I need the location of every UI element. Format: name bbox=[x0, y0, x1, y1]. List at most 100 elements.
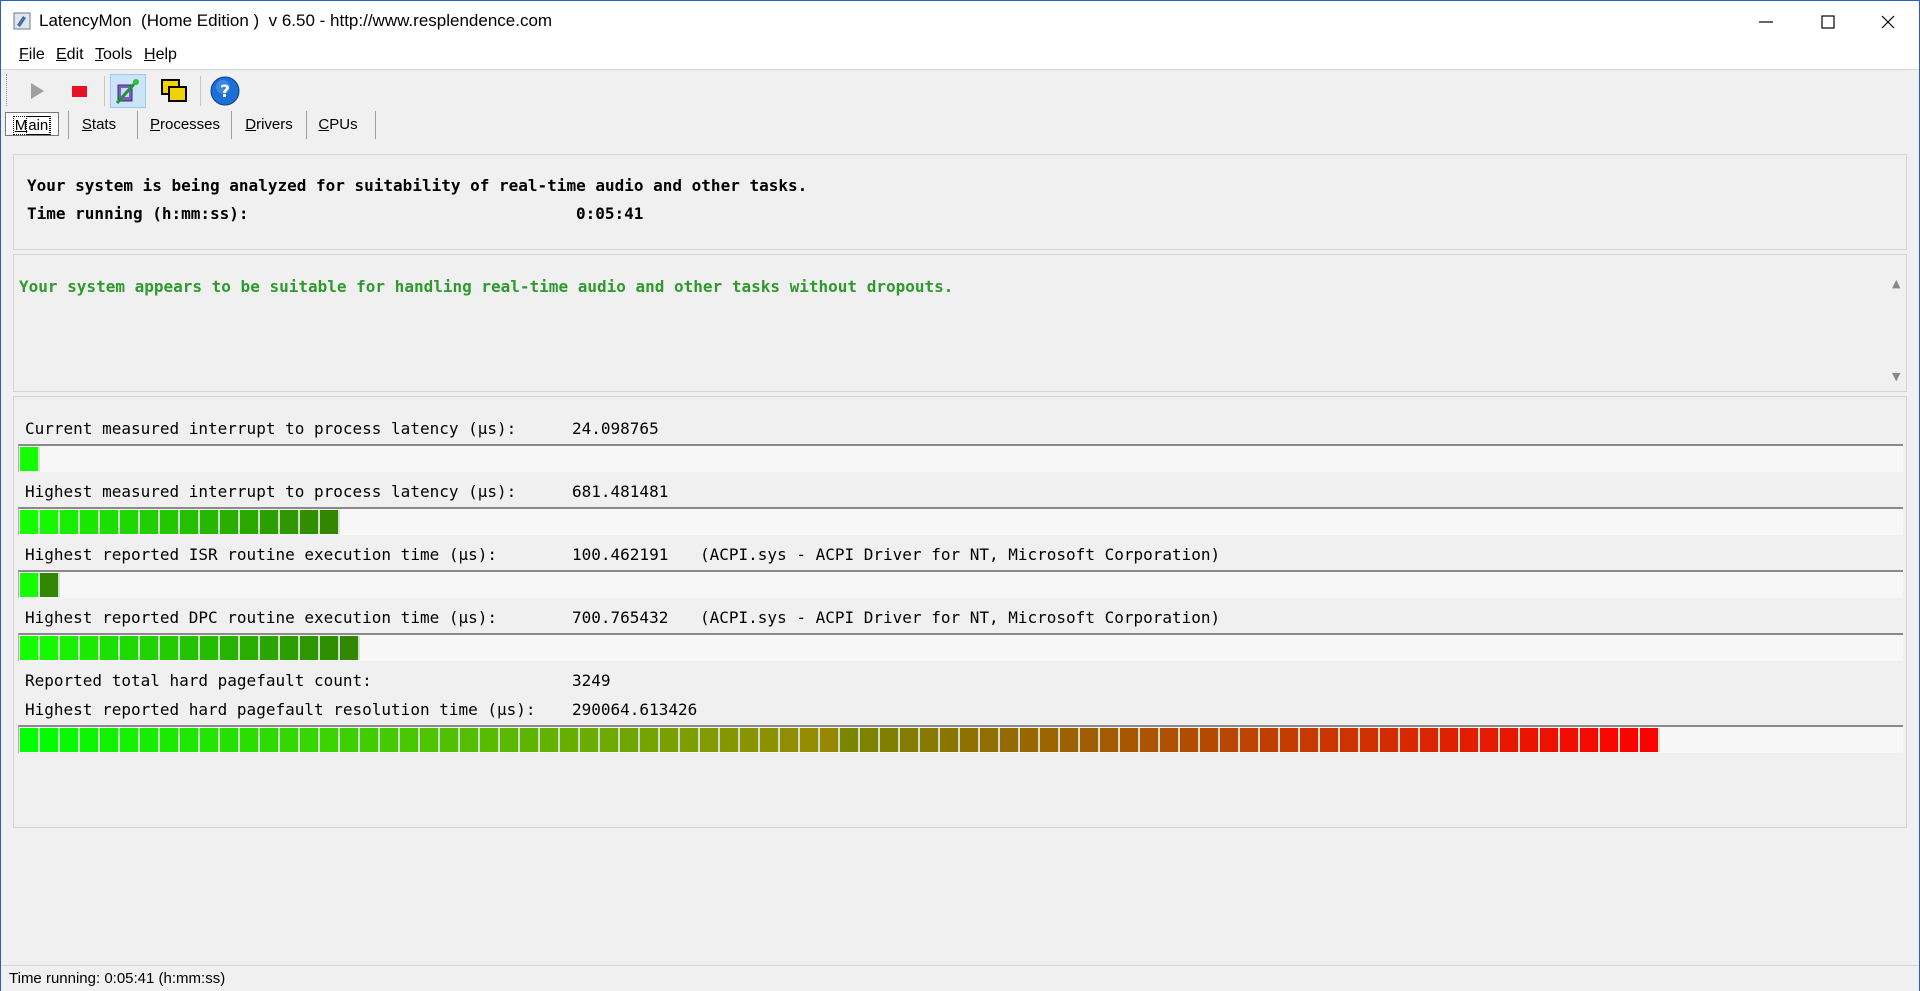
toolbar-grip[interactable] bbox=[6, 74, 10, 106]
bar-segment bbox=[1640, 728, 1660, 752]
stats-panel: Current measured interrupt to process la… bbox=[13, 396, 1907, 828]
bar-segment bbox=[960, 728, 980, 752]
bar-segment bbox=[420, 728, 440, 752]
bar-fill bbox=[20, 728, 1660, 752]
status-bar: Time running: 0:05:41 (h:mm:ss) bbox=[1, 965, 1919, 991]
bar-segment bbox=[160, 728, 180, 752]
bar-segment bbox=[160, 510, 180, 534]
bar-segment bbox=[60, 510, 80, 534]
help-button[interactable]: ? bbox=[207, 74, 243, 108]
scroll-up-icon[interactable]: ▲ bbox=[1892, 277, 1900, 290]
stat-value: 700.765432 bbox=[572, 608, 669, 627]
bar-segment bbox=[260, 510, 280, 534]
bar-segment bbox=[1260, 728, 1280, 752]
app-window: LatencyMon (Home Edition ) v 6.50 - http… bbox=[0, 0, 1920, 991]
minimize-button[interactable] bbox=[1735, 1, 1797, 43]
bar-segment bbox=[160, 636, 180, 660]
bar-segment bbox=[40, 510, 60, 534]
stat-driver-info: (ACPI.sys - ACPI Driver for NT, Microsof… bbox=[700, 545, 1221, 564]
bar-segment bbox=[1060, 728, 1080, 752]
bar-segment bbox=[240, 510, 260, 534]
scroll-down-icon[interactable]: ▼ bbox=[1892, 370, 1900, 383]
bar-segment bbox=[340, 636, 360, 660]
menu-file[interactable]: File bbox=[19, 46, 45, 64]
bar-segment bbox=[980, 728, 1000, 752]
analysis-panel: Your system is being analyzed for suitab… bbox=[13, 154, 1907, 250]
menu-tools[interactable]: Tools bbox=[95, 46, 132, 64]
bar-segment bbox=[1460, 728, 1480, 752]
title-bar[interactable]: LatencyMon (Home Edition ) v 6.50 - http… bbox=[1, 1, 1919, 43]
bar-segment bbox=[20, 573, 40, 597]
bar-segment bbox=[780, 728, 800, 752]
stat-label: Current measured interrupt to process la… bbox=[25, 419, 517, 438]
bar-segment bbox=[380, 728, 400, 752]
bar-segment bbox=[320, 728, 340, 752]
tab-drivers-accel: D bbox=[245, 116, 257, 133]
bar-segment bbox=[60, 728, 80, 752]
maximize-icon bbox=[1821, 15, 1835, 29]
analyze-button[interactable] bbox=[110, 74, 146, 108]
bar-segment bbox=[480, 728, 500, 752]
bar-segment bbox=[860, 728, 880, 752]
svg-text:?: ? bbox=[220, 82, 230, 102]
minimize-icon bbox=[1759, 21, 1773, 23]
play-icon bbox=[31, 83, 44, 99]
bar-segment bbox=[80, 636, 100, 660]
bar-segment bbox=[200, 728, 220, 752]
start-button[interactable] bbox=[19, 74, 55, 108]
menu-bar: File Edit Tools Help bbox=[1, 43, 1919, 70]
tab-separator bbox=[306, 111, 307, 139]
tab-cpus[interactable]: CPUs bbox=[315, 112, 361, 136]
bar-segment bbox=[200, 636, 220, 660]
stat-driver-info: (ACPI.sys - ACPI Driver for NT, Microsof… bbox=[700, 608, 1221, 627]
bar-segment bbox=[620, 728, 640, 752]
bar-segment bbox=[1420, 728, 1440, 752]
bar-segment bbox=[60, 636, 80, 660]
stat-value: 100.462191 bbox=[572, 545, 669, 564]
bar-segment bbox=[80, 728, 100, 752]
tab-drivers[interactable]: Drivers bbox=[241, 112, 297, 136]
bar-segment bbox=[100, 728, 120, 752]
menu-edit[interactable]: Edit bbox=[56, 46, 84, 64]
bar-segment bbox=[600, 728, 620, 752]
bar-segment bbox=[260, 728, 280, 752]
bar-segment bbox=[340, 728, 360, 752]
time-running-label: Time running (h:mm:ss): bbox=[27, 204, 249, 223]
bar-segment bbox=[300, 510, 320, 534]
tab-main-accel: M bbox=[14, 117, 28, 134]
bar-segment bbox=[1380, 728, 1400, 752]
bar-segment bbox=[320, 510, 340, 534]
close-icon bbox=[1881, 15, 1895, 29]
close-button[interactable] bbox=[1857, 1, 1919, 43]
maximize-button[interactable] bbox=[1797, 1, 1859, 43]
windows-button[interactable] bbox=[156, 74, 192, 108]
bar-segment bbox=[1560, 728, 1580, 752]
toolbar: ? bbox=[1, 70, 1919, 110]
bar-segment bbox=[560, 728, 580, 752]
stop-button[interactable] bbox=[61, 74, 97, 108]
bar-segment bbox=[1280, 728, 1300, 752]
bar-segment bbox=[1440, 728, 1460, 752]
bar-segment bbox=[40, 728, 60, 752]
stat-label: Reported total hard pagefault count: bbox=[25, 671, 372, 690]
stat-label: Highest reported DPC routine execution t… bbox=[25, 608, 498, 627]
latency-bar bbox=[18, 507, 1903, 535]
bar-segment bbox=[460, 728, 480, 752]
tab-processes-accel: P bbox=[149, 116, 160, 133]
menu-help[interactable]: Help bbox=[144, 46, 177, 64]
time-running-value: 0:05:41 bbox=[576, 204, 644, 223]
verdict-scrollbar[interactable]: ▲ ▼ bbox=[1888, 275, 1906, 387]
bar-segment bbox=[220, 636, 240, 660]
tab-main-label: Main bbox=[12, 116, 52, 135]
help-icon: ? bbox=[210, 76, 240, 106]
bar-segment bbox=[1160, 728, 1180, 752]
bar-segment bbox=[900, 728, 920, 752]
bar-segment bbox=[140, 728, 160, 752]
tab-processes[interactable]: Processes bbox=[147, 112, 223, 136]
bar-segment bbox=[440, 728, 460, 752]
analyze-icon bbox=[115, 79, 139, 105]
tab-stats[interactable]: Stats bbox=[77, 112, 121, 136]
bar-segment bbox=[520, 728, 540, 752]
tab-main[interactable]: Main bbox=[5, 112, 59, 136]
bar-segment bbox=[40, 573, 60, 597]
